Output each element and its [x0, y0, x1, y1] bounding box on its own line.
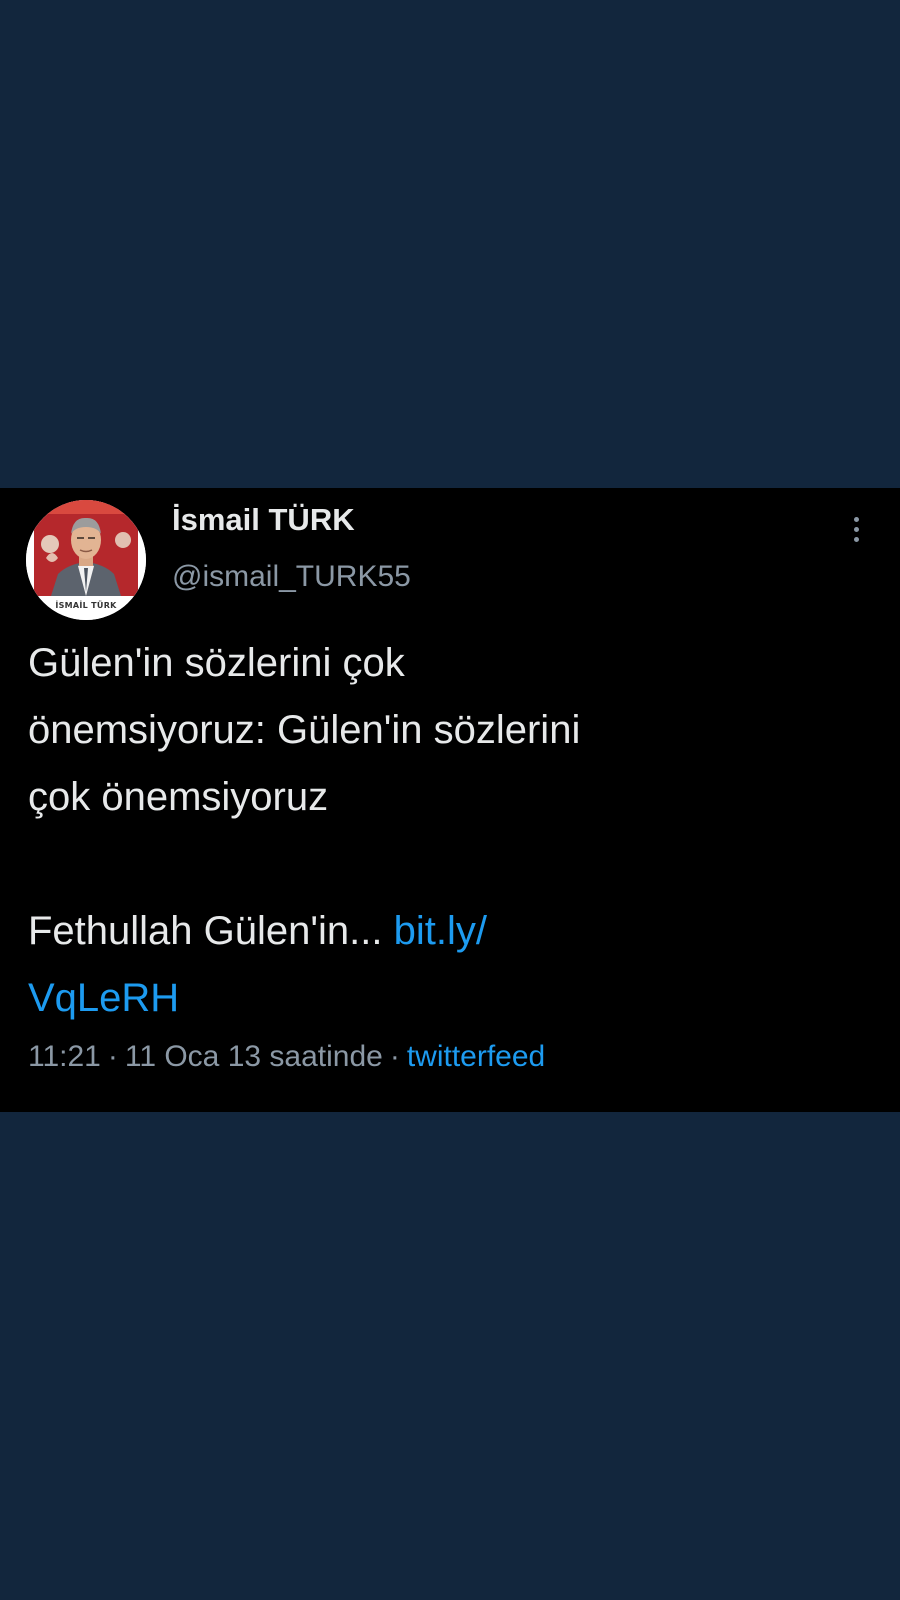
tweet-card[interactable]: İSMAİL TÜRK İsmail TÜRK @ismail_TURK55 G… — [0, 488, 900, 1112]
avatar-caption: İSMAİL TÜRK — [55, 601, 117, 610]
tweet-text-line: Fethullah Gülen'in... bit.ly/ — [28, 898, 848, 965]
tweet-meta: 11:21 · 11 Oca 13 saatinde · twitterfeed — [28, 1040, 545, 1074]
avatar[interactable]: İSMAİL TÜRK — [26, 500, 146, 620]
tweet-text: Gülen'in sözlerini çok önemsiyoruz: Güle… — [28, 630, 848, 1032]
author-display-name[interactable]: İsmail TÜRK — [172, 502, 355, 538]
meta-separator: · — [107, 1040, 118, 1073]
tweet-time[interactable]: 11:21 — [28, 1040, 101, 1073]
tweet-link[interactable]: bit.ly/ — [394, 909, 487, 953]
more-options-button[interactable] — [836, 510, 876, 550]
tweet-source[interactable]: twitterfeed — [407, 1040, 545, 1073]
meta-separator: · — [389, 1040, 400, 1073]
tweet-text-line: önemsiyoruz: Gülen'in sözlerini — [28, 708, 581, 752]
author-handle[interactable]: @ismail_TURK55 — [172, 560, 411, 594]
tweet-text-line: VqLeRH — [28, 965, 848, 1032]
tweet-link-continued[interactable]: VqLeRH — [28, 976, 179, 1020]
tweet-text-line: Gülen'in sözlerini çok — [28, 641, 405, 685]
tweet-text-line: çok önemsiyoruz — [28, 775, 329, 819]
tweet-date[interactable]: 11 Oca 13 saatinde — [125, 1040, 383, 1073]
tweet-text-prefix: Fethullah Gülen'in... — [28, 909, 394, 953]
